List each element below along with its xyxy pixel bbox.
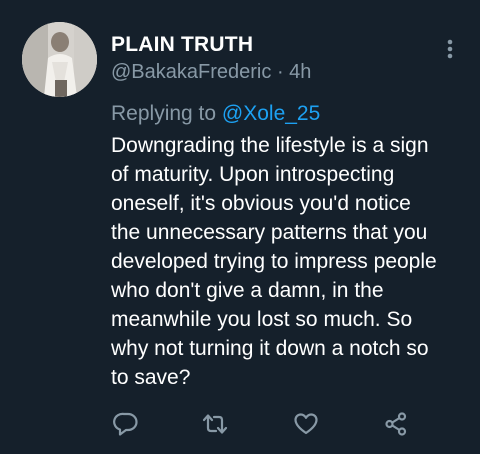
avatar[interactable] <box>22 22 97 97</box>
tweet-text-line: who don't give a damn, in the <box>111 279 384 302</box>
reply-icon <box>113 412 138 436</box>
retweet-icon <box>202 414 228 434</box>
tweet-text-line: developed trying to impress people <box>111 250 437 273</box>
tweet-text-line: meanwhile you lost so much. So <box>111 308 413 331</box>
replying-to-label: Replying to <box>111 102 217 125</box>
reply-button[interactable] <box>106 404 146 444</box>
replying-to-handle-link[interactable]: @Xole_25 <box>222 102 320 125</box>
share-button[interactable] <box>376 404 416 444</box>
retweet-button[interactable] <box>195 404 235 444</box>
avatar-image <box>22 22 97 97</box>
tweet-timestamp[interactable]: 4h <box>289 61 311 83</box>
replying-to-line: Replying to @Xole_25 <box>111 102 320 126</box>
tweet-text-line: of maturity. Upon introspecting <box>111 163 395 186</box>
like-button[interactable] <box>286 404 326 444</box>
tweet-card[interactable]: PLAIN TRUTH @BakakaFrederic · 4h Replyin… <box>0 0 480 454</box>
tweet-action-bar <box>0 404 480 444</box>
tweet-text-line: the unnecessary patterns that you <box>111 221 428 244</box>
like-icon <box>294 413 318 435</box>
author-meta: @BakakaFrederic · 4h <box>111 61 311 84</box>
author-display-name[interactable]: PLAIN TRUTH <box>111 33 253 57</box>
tweet-text-line: why not turning it down a notch so <box>111 337 429 360</box>
tweet-text: Downgrading the lifestyle is a sign of m… <box>111 131 466 392</box>
tweet-text-line: Downgrading the lifestyle is a sign <box>111 134 429 157</box>
meta-separator: · <box>276 61 284 83</box>
tweet-text-line: oneself, it's obvious you'd notice <box>111 192 411 215</box>
tweet-text-line: to save? <box>111 366 191 389</box>
more-options-button[interactable] <box>438 36 462 64</box>
share-icon <box>385 412 407 436</box>
author-handle[interactable]: @BakakaFrederic <box>111 61 271 83</box>
more-vertical-icon <box>447 39 453 59</box>
